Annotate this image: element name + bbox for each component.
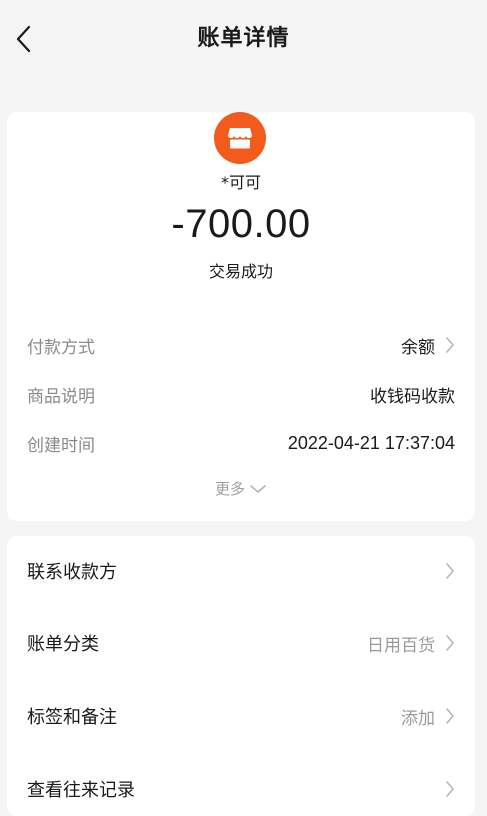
more-label: 更多 [214,480,245,498]
more-button[interactable]: 更多 [7,478,475,499]
chevron-right-icon [446,635,454,651]
product-description-label: 商品说明 [27,386,95,407]
top-bar: 账单详情 [0,0,487,80]
chevron-down-icon [250,484,266,493]
tags-notes-row[interactable]: 标签和备注 添加 [27,701,455,731]
bill-category-value: 日用百货 [367,635,435,656]
product-description-value: 收钱码收款 [370,386,455,407]
created-time-value: 2022-04-21 17:37:04 [287,432,455,453]
chevron-right-icon [446,563,454,579]
product-description-row: 商品说明 收钱码收款 [27,381,455,407]
transaction-actions-card: 联系收款方 账单分类 日用百货 标签和备注 添加 查看往来记录 [7,536,475,816]
tags-notes-value: 添加 [401,708,435,729]
contact-payee-label: 联系收款方 [27,562,117,583]
tags-notes-label: 标签和备注 [27,707,117,728]
page-title: 账单详情 [197,26,290,51]
contact-payee-row[interactable]: 联系收款方 [27,556,455,586]
payment-method-label: 付款方式 [27,337,95,358]
merchant-logo [214,112,266,164]
payment-method-value: 余额 [401,337,435,358]
transaction-summary-card: *可可 -700.00 交易成功 付款方式 余额 商品说明 收钱码收款 创建时间… [7,112,475,521]
view-history-label: 查看往来记录 [27,780,135,801]
created-time-row: 创建时间 2022-04-21 17:37:04 [27,430,455,456]
transaction-amount: -700.00 [171,202,311,246]
chevron-right-icon [446,708,454,724]
created-time-label: 创建时间 [27,435,95,456]
payment-method-row[interactable]: 付款方式 余额 [27,332,455,358]
store-icon [228,128,252,149]
chevron-right-icon [446,337,454,353]
payee-name: *可可 [220,173,261,192]
bill-category-row[interactable]: 账单分类 日用百货 [27,628,455,658]
bill-category-label: 账单分类 [27,634,99,655]
transaction-status: 交易成功 [208,262,273,281]
chevron-right-icon [446,781,454,797]
